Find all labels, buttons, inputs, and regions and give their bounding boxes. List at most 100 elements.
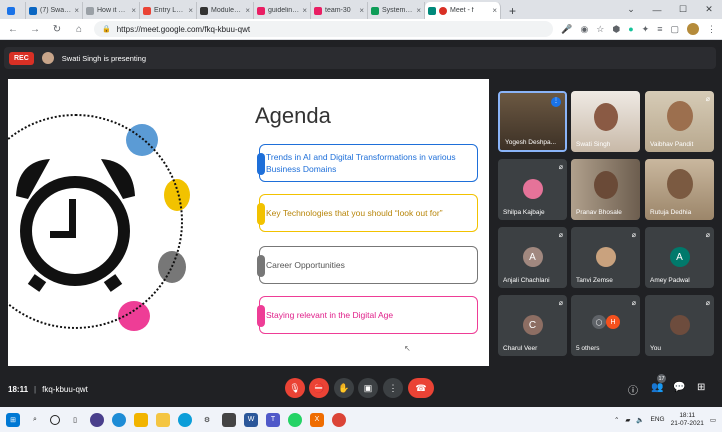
chevron-up-icon[interactable]: ⌃ bbox=[614, 416, 619, 424]
participant-tile[interactable]: Rutuja Dedhia bbox=[645, 159, 714, 220]
participant-avatar: A bbox=[522, 247, 543, 267]
mic-toggle-button[interactable]: 🎙 bbox=[285, 378, 305, 398]
browser-tab[interactable] bbox=[4, 2, 26, 19]
separator: | bbox=[34, 384, 37, 394]
task-view-icon[interactable]: ▯ bbox=[68, 413, 82, 427]
camera-toggle-button[interactable]: ⛔ bbox=[309, 378, 329, 398]
profile-avatar[interactable] bbox=[687, 23, 699, 35]
browser-tab[interactable]: How it Works× bbox=[83, 2, 140, 19]
back-arrow-icon[interactable]: ← bbox=[6, 24, 20, 35]
volume-icon[interactable]: 🔈 bbox=[636, 416, 644, 424]
browser-tab[interactable]: Entry Level× bbox=[140, 2, 197, 19]
word-icon[interactable]: W bbox=[244, 412, 258, 427]
present-button[interactable]: ▣ bbox=[358, 378, 378, 398]
language-indicator[interactable]: ENG bbox=[651, 416, 665, 423]
close-icon[interactable]: × bbox=[188, 6, 193, 15]
lock-icon: 🔒 bbox=[102, 26, 111, 33]
agenda-marker bbox=[257, 305, 265, 327]
url-field[interactable]: 🔒 https://meet.google.com/fkq-kbuu-qwt bbox=[94, 21, 554, 37]
close-icon[interactable]: × bbox=[131, 6, 136, 15]
participant-tile[interactable]: ⌀ Vaibhav Pandit bbox=[645, 91, 714, 152]
cortana-icon[interactable] bbox=[50, 414, 60, 425]
tab-search-icon[interactable]: ▢ bbox=[670, 24, 679, 35]
mic-icon[interactable]: 🎤 bbox=[561, 24, 572, 35]
leave-call-button[interactable]: ☎ bbox=[408, 378, 434, 398]
collections-icon[interactable]: ≡ bbox=[657, 24, 662, 34]
star-icon[interactable]: ☆ bbox=[596, 24, 604, 35]
home-icon[interactable]: ⌂ bbox=[72, 24, 86, 35]
browser-tab-active[interactable]: Meet - f × bbox=[425, 2, 501, 19]
participant-tile[interactable]: ⌀ Tanvi Zemse bbox=[571, 227, 640, 288]
participant-tile[interactable]: Swati Singh bbox=[571, 91, 640, 152]
participant-name: Charul Veer bbox=[503, 345, 538, 352]
close-icon[interactable]: × bbox=[245, 6, 250, 15]
activities-icon[interactable]: ⊞ bbox=[697, 382, 705, 393]
edge-icon[interactable] bbox=[112, 412, 126, 427]
notifications-icon[interactable]: ▭ bbox=[710, 416, 716, 424]
participant-tile[interactable]: C ⌀ Charul Veer bbox=[498, 295, 567, 356]
agenda-item-text: Career Opportunities bbox=[266, 260, 345, 270]
people-icon[interactable]: 👥 bbox=[651, 382, 663, 393]
settings-icon[interactable]: ⚙ bbox=[200, 413, 214, 427]
slide-title: Agenda bbox=[255, 103, 331, 128]
info-icon[interactable]: ⓘ bbox=[628, 382, 638, 397]
app-icon[interactable] bbox=[222, 412, 236, 427]
presenting-text: Swati Singh is presenting bbox=[61, 53, 146, 63]
browser-tab[interactable]: Systems Tran× bbox=[368, 2, 425, 19]
participant-name: Vaibhav Pandit bbox=[650, 141, 694, 148]
puzzle-icon[interactable]: ✦ bbox=[642, 24, 650, 35]
presenter-avatar bbox=[41, 52, 54, 64]
close-icon[interactable]: × bbox=[492, 6, 497, 15]
camera-icon[interactable]: ◉ bbox=[580, 24, 588, 35]
close-icon[interactable]: × bbox=[74, 6, 79, 15]
windows-start-icon[interactable]: ⊞ bbox=[6, 412, 20, 427]
maximize-icon[interactable]: ☐ bbox=[670, 4, 696, 15]
chrome-icon[interactable] bbox=[332, 412, 346, 427]
participant-tile[interactable]: ◯ H ⌀ 5 others bbox=[571, 295, 640, 356]
close-icon[interactable]: × bbox=[302, 6, 307, 15]
search-icon[interactable]: ⌕ bbox=[28, 413, 42, 427]
participant-tile[interactable]: A ⌀ Amey Padwal bbox=[645, 227, 714, 288]
chat-icon[interactable]: 💬 bbox=[673, 382, 685, 393]
tab-label: Entry Level bbox=[154, 7, 185, 14]
app-icon[interactable] bbox=[90, 412, 104, 427]
edge-icon[interactable] bbox=[178, 412, 192, 427]
participant-tile[interactable]: A ⌀ Anjali Chachlani bbox=[498, 227, 567, 288]
browser-tab[interactable]: (7) Swati Sing× bbox=[26, 2, 83, 19]
more-icon[interactable]: ⋮ bbox=[707, 24, 716, 35]
browser-tab[interactable]: guidelines × bbox=[254, 2, 311, 19]
participant-tile[interactable]: ⋮ Yogesh Deshpa... bbox=[498, 91, 567, 152]
extension-icon[interactable]: ⬢ bbox=[612, 24, 620, 35]
new-tab-button[interactable]: + bbox=[501, 2, 524, 19]
close-window-icon[interactable]: ✕ bbox=[696, 4, 722, 15]
participant-name: Shilpa Kajbaje bbox=[503, 209, 545, 216]
participant-tile[interactable]: Pranav Bhosale bbox=[571, 159, 640, 220]
close-icon[interactable]: × bbox=[416, 6, 421, 15]
network-icon[interactable]: ▰ bbox=[625, 416, 630, 424]
shared-slide: Agenda Trends in AI and Digital Transfor… bbox=[8, 79, 489, 366]
mic-off-icon: ⌀ bbox=[558, 300, 563, 307]
reload-icon[interactable]: ↻ bbox=[50, 24, 64, 35]
close-icon[interactable]: × bbox=[359, 6, 364, 15]
recording-dot-icon bbox=[439, 6, 447, 15]
teams-icon[interactable]: T bbox=[266, 412, 280, 427]
minimize-icon[interactable]: — bbox=[644, 5, 670, 15]
app-icon[interactable] bbox=[134, 412, 148, 427]
grammarly-icon[interactable]: ● bbox=[628, 24, 633, 34]
browser-tab[interactable]: team-30 × bbox=[311, 2, 368, 19]
participant-name: Amey Padwal bbox=[650, 277, 690, 284]
more-options-button[interactable]: ⋮ bbox=[383, 378, 403, 398]
file-explorer-icon[interactable] bbox=[156, 412, 170, 427]
taskbar-clock[interactable]: 18:11 21-07-2021 bbox=[671, 412, 704, 428]
whatsapp-icon[interactable] bbox=[288, 412, 302, 427]
tab-label: Meet - f bbox=[450, 7, 474, 14]
forward-arrow-icon[interactable]: → bbox=[28, 24, 42, 35]
browser-tab[interactable]: Module 1: Pr× bbox=[197, 2, 254, 19]
app-icon[interactable]: X bbox=[310, 412, 324, 427]
participant-tile[interactable]: ⌀ Shilpa Kajbaje bbox=[498, 159, 567, 220]
participant-photo bbox=[593, 103, 618, 131]
chevron-down-icon[interactable]: ⌄ bbox=[618, 4, 644, 15]
raise-hand-button[interactable]: ✋ bbox=[334, 378, 354, 398]
others-avatar: H bbox=[606, 315, 620, 329]
participant-tile-self[interactable]: ⌀ You bbox=[645, 295, 714, 356]
